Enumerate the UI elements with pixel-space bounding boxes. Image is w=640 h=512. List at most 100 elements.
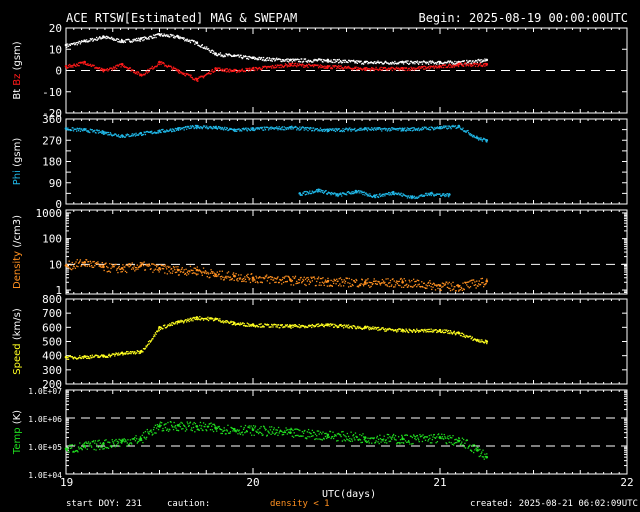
data-point bbox=[292, 284, 295, 286]
data-point bbox=[154, 335, 156, 337]
data-point bbox=[115, 133, 117, 136]
data-point bbox=[166, 35, 168, 38]
data-point bbox=[475, 287, 477, 289]
data-point bbox=[457, 331, 461, 335]
data-point bbox=[290, 284, 292, 286]
data-point bbox=[207, 48, 210, 50]
data-point bbox=[430, 194, 432, 197]
data-point bbox=[277, 64, 280, 67]
data-point bbox=[421, 281, 423, 283]
data-point bbox=[219, 53, 221, 56]
data-point bbox=[148, 70, 150, 73]
data-point bbox=[237, 274, 240, 276]
data-point bbox=[108, 270, 110, 272]
data-point bbox=[294, 62, 297, 65]
data-point bbox=[363, 326, 367, 329]
data-point bbox=[129, 350, 132, 353]
data-point bbox=[147, 343, 149, 346]
data-point bbox=[368, 281, 370, 284]
data-point bbox=[363, 67, 367, 70]
data-point bbox=[192, 426, 195, 429]
y-tick-label: 100 bbox=[42, 233, 62, 246]
data-point bbox=[326, 128, 330, 131]
data-point bbox=[221, 432, 223, 435]
data-point bbox=[418, 283, 420, 285]
data-point bbox=[367, 278, 369, 280]
data-point bbox=[416, 286, 418, 288]
data-point bbox=[139, 131, 143, 135]
data-point bbox=[284, 60, 286, 62]
data-point bbox=[92, 261, 94, 263]
data-point bbox=[331, 129, 333, 132]
data-point bbox=[376, 326, 379, 329]
data-point bbox=[77, 265, 79, 268]
data-point bbox=[112, 442, 115, 444]
data-point bbox=[114, 353, 117, 356]
data-point bbox=[344, 282, 346, 284]
data-point bbox=[401, 328, 404, 332]
data-point bbox=[379, 195, 382, 198]
data-point bbox=[306, 61, 308, 63]
data-point bbox=[309, 128, 311, 130]
data-point bbox=[141, 262, 143, 264]
data-point bbox=[415, 330, 417, 332]
data-point bbox=[290, 128, 292, 130]
data-point bbox=[330, 59, 332, 61]
data-point bbox=[209, 276, 211, 279]
data-point bbox=[310, 276, 312, 278]
data-point bbox=[66, 358, 68, 360]
data-point bbox=[401, 279, 404, 281]
data-point bbox=[247, 70, 250, 72]
data-point bbox=[79, 130, 82, 132]
data-point bbox=[326, 58, 330, 62]
data-point bbox=[220, 128, 222, 131]
data-point bbox=[448, 196, 450, 198]
data-point bbox=[164, 264, 167, 266]
data-point bbox=[154, 432, 156, 434]
data-point bbox=[162, 128, 164, 131]
data-point bbox=[397, 63, 400, 65]
data-point bbox=[420, 128, 422, 130]
data-point bbox=[360, 127, 362, 129]
data-point bbox=[187, 125, 190, 128]
data-point bbox=[377, 69, 380, 72]
data-point bbox=[204, 270, 207, 272]
data-point bbox=[434, 66, 436, 68]
data-point bbox=[207, 319, 210, 322]
data-point bbox=[411, 127, 413, 129]
data-point bbox=[401, 60, 404, 64]
data-point bbox=[251, 279, 253, 281]
data-point bbox=[117, 267, 120, 269]
data-point bbox=[183, 37, 185, 39]
data-point bbox=[337, 62, 340, 64]
data-point bbox=[120, 39, 124, 43]
data-point bbox=[399, 68, 402, 71]
data-point bbox=[443, 127, 445, 129]
data-point bbox=[333, 58, 335, 61]
data-point bbox=[126, 442, 128, 444]
data-point bbox=[139, 262, 142, 264]
data-point bbox=[107, 266, 109, 269]
data-point bbox=[406, 67, 408, 69]
data-point bbox=[184, 425, 186, 428]
data-point bbox=[147, 38, 149, 40]
data-point bbox=[369, 70, 372, 72]
data-point bbox=[218, 126, 220, 128]
data-point bbox=[382, 280, 385, 282]
data-point bbox=[231, 321, 233, 323]
data-point bbox=[342, 59, 345, 62]
data-point bbox=[189, 265, 192, 267]
data-point bbox=[274, 432, 277, 434]
data-point bbox=[311, 323, 313, 326]
data-point bbox=[201, 44, 203, 46]
data-point bbox=[287, 61, 290, 63]
data-point bbox=[101, 132, 103, 134]
data-point bbox=[310, 324, 312, 327]
data-point bbox=[108, 68, 110, 71]
data-point bbox=[280, 66, 282, 69]
data-point bbox=[78, 261, 80, 264]
data-point bbox=[462, 282, 464, 284]
data-point bbox=[202, 77, 205, 79]
data-point bbox=[245, 127, 247, 129]
data-point bbox=[268, 432, 270, 434]
